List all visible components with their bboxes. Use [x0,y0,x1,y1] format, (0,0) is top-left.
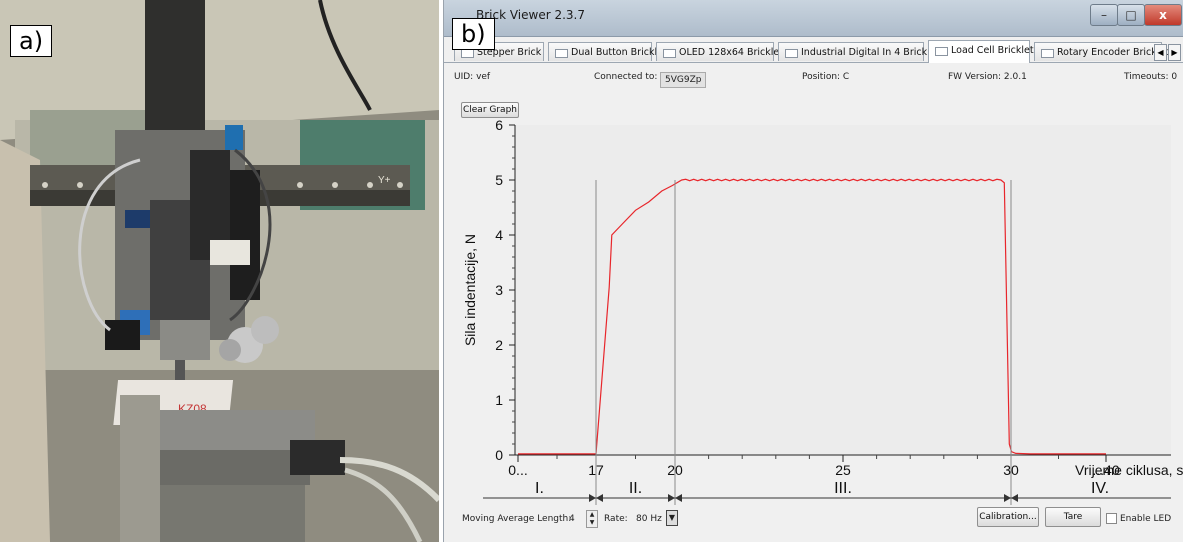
phase-arrowhead [596,494,603,502]
y-tick-label: 1 [495,392,503,408]
machine-photo: Y+ KZ08 [0,0,439,542]
phase-arrowhead [1004,494,1011,502]
y-axis-label: Sila indentacije, N [462,234,478,346]
x-tick-label: 0... [508,462,527,478]
phase-arrowhead [1011,494,1018,502]
phase-label: IV. [1091,480,1109,497]
y-tick-label: 4 [495,227,503,243]
y-tick-label: 2 [495,337,503,353]
y-tick-label: 6 [495,117,503,133]
phase-label: II. [629,480,642,497]
load-cell-chart: 01234560... 17 20 25 30 ...40 I. II. III. IV. Si… [462,117,1183,505]
phase-label: III. [834,480,852,497]
phase-arrowhead [668,494,675,502]
phase-label: I. [535,480,544,497]
plot-area [515,125,1171,455]
y-tick-label: 0 [495,447,503,463]
x-tick-label: 25 [835,462,851,478]
y-tick-label: 3 [495,282,503,298]
panel-label-a: a) [10,25,53,57]
phase-arrowhead [589,494,596,502]
photo-panel: Y+ KZ08 a) [0,0,439,542]
axis-marking: Y+ [378,175,391,186]
phase-arrowhead [675,494,682,502]
y-tick-label: 5 [495,172,503,188]
x-axis-label: Vrijeme ciklusa, s [1075,462,1183,478]
